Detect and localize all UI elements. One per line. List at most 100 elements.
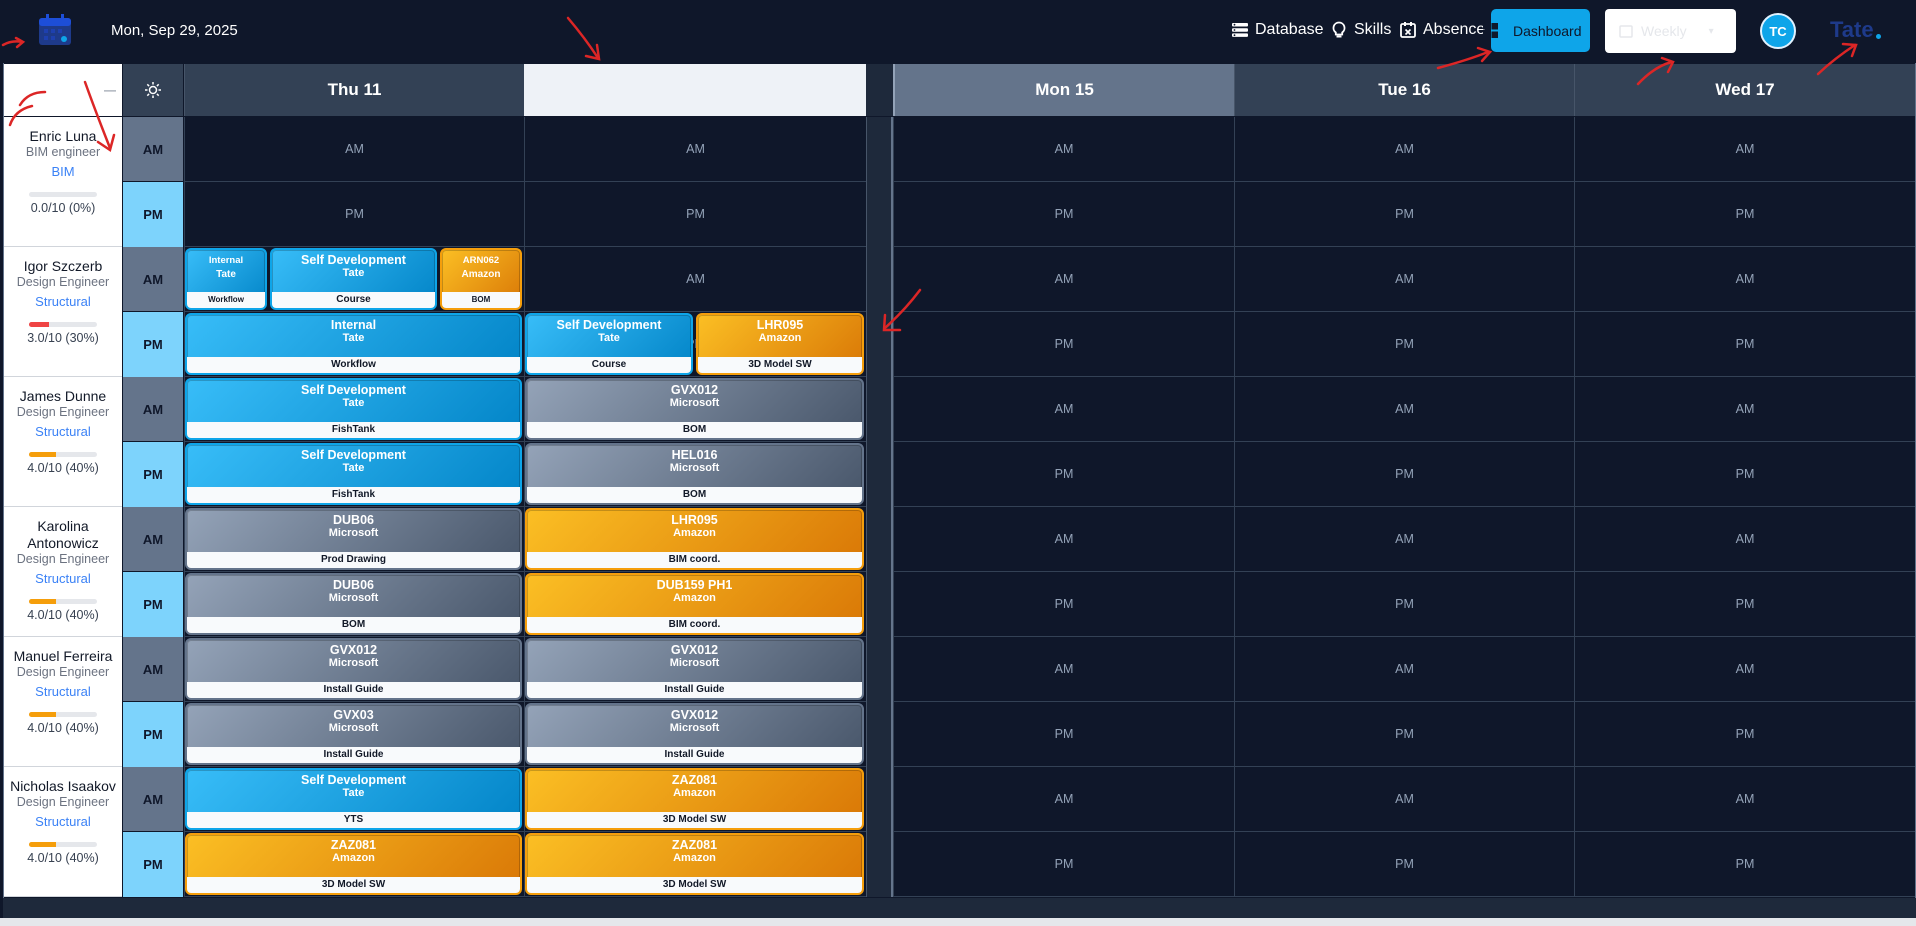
slot-cell[interactable]: PM [1234,702,1574,767]
slot-cell[interactable]: AM [1234,767,1574,832]
person-card[interactable]: Nicholas Isaakov Design Engineer Structura… [4,767,122,897]
slot-cell[interactable]: PM [1574,442,1915,507]
assignment-card[interactable]: Self Development Tate FishTank [185,443,522,505]
assignment-card[interactable]: GVX012 Microsoft Install Guide [525,703,864,765]
person-card[interactable]: Karolina Antonowicz Design Engineer Struct… [4,507,122,637]
slot-cell[interactable]: AM [1574,377,1915,442]
assignment-card[interactable]: Self Development Tate Course [270,248,437,310]
slot-cell[interactable]: PM [1574,832,1915,897]
slot-cell[interactable]: PM [893,572,1234,637]
assignment-card[interactable]: GVX012 Microsoft Install Guide [525,638,864,700]
assignment-card[interactable]: Self Development Tate Course [525,313,693,375]
card-client: Amazon [673,592,716,604]
slot-cell[interactable]: PM [1574,182,1915,247]
person-card[interactable]: Igor Szczerb Design Engineer Structural 3.0… [4,247,122,377]
slot-cell[interactable]: AM [1234,117,1574,182]
slot-cell[interactable]: AM [1234,247,1574,312]
dashboard-button[interactable]: Dashboard [1483,9,1590,52]
slot-cell[interactable]: AM [893,117,1234,182]
person-card[interactable]: Manuel Ferreira Design Engineer Structural… [4,637,122,767]
assignment-card[interactable]: HEL016 Microsoft BOM [525,443,864,505]
slot-cell[interactable]: AM [1234,637,1574,702]
card-project-code: GVX03 [333,708,374,722]
slot-cell[interactable]: PM [1234,312,1574,377]
assignment-card[interactable]: LHR095 Amazon BIM coord. [525,508,864,570]
slot-cell[interactable]: PM [893,312,1234,377]
slot-cell[interactable]: PM [1574,702,1915,767]
card-project-code: ZAZ081 [671,838,718,852]
database-icon [1232,23,1248,37]
brand-logo: Tate [1830,17,1874,42]
user-avatar[interactable]: TC [1760,13,1796,49]
slot-cell[interactable]: PM [893,702,1234,767]
card-client: Microsoft [669,722,720,734]
assignment-card[interactable]: DUB159 PH1 Amazon BIM coord. [525,573,864,635]
card-task: BOM [527,422,862,438]
slot-cell[interactable]: PM [893,182,1234,247]
slot-cell[interactable]: AM [893,507,1234,572]
current-date: Mon, Sep 29, 2025 [111,22,238,39]
person-name: Karolina Antonowicz [27,518,99,551]
nav-skills[interactable]: Skills [1330,21,1391,39]
slot-cell[interactable]: PM [1234,442,1574,507]
assignment-card[interactable]: ZAZ081 Amazon 3D Model SW [525,768,864,830]
card-client: Tate [342,787,365,799]
person-load-score: 3.0/10 (30%) [27,331,99,345]
load-progress-bar [29,599,97,604]
slot-cell[interactable]: AM [184,117,524,182]
slot-cell[interactable]: PM [1234,182,1574,247]
theme-toggle[interactable] [123,64,183,116]
person-card[interactable]: James Dunne Design Engineer Structural 4.0/… [4,377,122,507]
slot-cell[interactable]: AM [524,247,866,312]
slot-cell[interactable]: PM [524,182,866,247]
slot-cell[interactable]: PM [893,442,1234,507]
assignment-card[interactable]: ZAZ081 Amazon 3D Model SW [525,833,864,895]
assignment-card[interactable]: GVX012 Microsoft BOM [525,378,864,440]
assignment-card[interactable]: LHR095 Amazon 3D Model SW [696,313,864,375]
calendar-logo-icon[interactable] [37,13,73,47]
person-department: Structural [35,571,91,586]
card-project-code: GVX012 [670,383,719,397]
nav-database[interactable]: Database [1231,21,1324,39]
slot-cell[interactable]: PM [1234,572,1574,637]
assignment-card[interactable]: DUB06 Microsoft Prod Drawing [185,508,522,570]
slot-cell[interactable]: AM [1574,637,1915,702]
slot-cell[interactable]: AM [524,117,866,182]
weekend-gap [866,572,893,637]
assignment-card[interactable]: Self Development Tate YTS [185,768,522,830]
card-project-code: ZAZ081 [330,838,377,852]
slot-cell[interactable]: PM [184,182,524,247]
assignment-card[interactable]: DUB06 Microsoft BOM [185,573,522,635]
slot-cell[interactable]: AM [1574,117,1915,182]
assignment-card[interactable]: ARN062 Amazon BOM [440,248,522,310]
card-task: FishTank [187,422,520,438]
slot-cell[interactable]: AM [1574,767,1915,832]
card-client: Tate [342,397,365,409]
slot-cell[interactable]: AM [893,377,1234,442]
person-role: Design Engineer [16,552,110,566]
assignment-card[interactable]: ZAZ081 Amazon 3D Model SW [185,833,522,895]
slot-cell[interactable]: AM [893,637,1234,702]
slot-cell[interactable]: AM [1574,507,1915,572]
slot-cell[interactable]: AM [893,247,1234,312]
slot-cell[interactable]: AM [1234,507,1574,572]
slot-cell[interactable]: AM [1574,247,1915,312]
lightbulb-icon [1332,21,1346,38]
view-mode-select[interactable]: Weekly ▾ [1605,9,1736,53]
slot-cell[interactable]: PM [1574,312,1915,377]
assignment-card[interactable]: Internal Tate Workflow [185,248,267,310]
assignment-card[interactable]: Internal Tate Workflow [185,313,522,375]
assignment-card[interactable]: GVX012 Microsoft Install Guide [185,638,522,700]
slot-cell[interactable]: PM [1234,832,1574,897]
slot-cell[interactable]: AM [893,767,1234,832]
assignment-card[interactable]: Self Development Tate FishTank [185,378,522,440]
person-card[interactable]: Enric Luna BIM engineer BIM 0.0/10 (0%) [4,117,122,247]
nav-absence[interactable]: Absence [1399,21,1485,39]
slot-cell[interactable]: PM [1574,572,1915,637]
grid-footer [3,898,1916,918]
slot-cell[interactable]: AM [1234,377,1574,442]
assignment-card[interactable]: GVX03 Microsoft Install Guide [185,703,522,765]
card-project-code: Self Development [301,448,406,462]
corner-dash-icon: — [104,83,116,97]
slot-cell[interactable]: PM [893,832,1234,897]
